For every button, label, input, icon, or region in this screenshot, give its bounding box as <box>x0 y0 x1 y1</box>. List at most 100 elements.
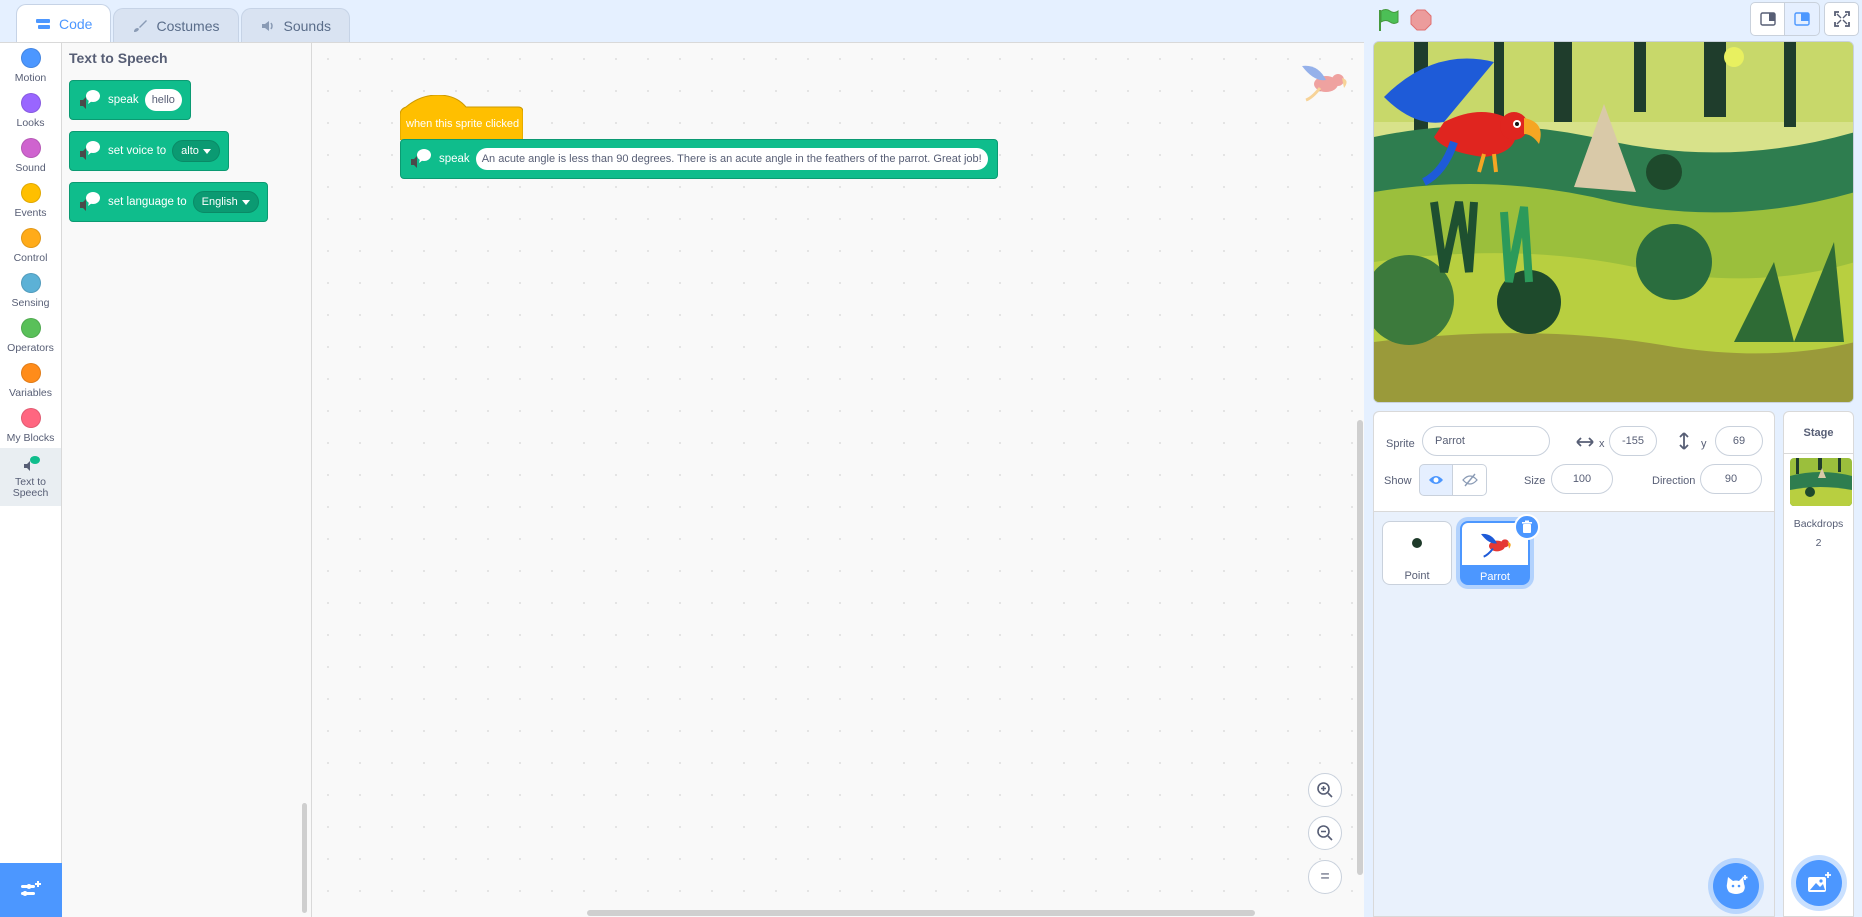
small-stage-icon <box>1759 12 1776 26</box>
show-sprite-button[interactable] <box>1419 464 1453 496</box>
zoom-in-icon <box>1317 782 1333 798</box>
zoom-reset-button[interactable]: = <box>1308 860 1342 894</box>
sensing-dot-icon <box>20 272 41 293</box>
voice-dropdown[interactable]: alto <box>172 140 220 162</box>
direction-field[interactable]: 90 <box>1700 464 1762 494</box>
sprite-name-field[interactable]: Parrot <box>1422 426 1550 456</box>
block-label: set language to <box>108 196 187 208</box>
caret-down-icon <box>241 199 250 205</box>
size-field[interactable]: 100 <box>1551 464 1613 494</box>
palette-title: Text to Speech <box>69 50 168 66</box>
voice-dropdown-value: alto <box>181 145 199 157</box>
show-label: Show <box>1384 475 1412 487</box>
point-dot-icon <box>1412 538 1422 548</box>
code-icon <box>36 18 50 29</box>
trash-icon <box>1522 520 1532 533</box>
palette-scrollbar[interactable] <box>302 803 307 913</box>
sprite-thumbnail <box>1383 522 1451 564</box>
my-blocks-dot-icon <box>20 407 41 428</box>
x-field[interactable]: -155 <box>1609 426 1657 456</box>
stop-button[interactable] <box>1410 9 1432 31</box>
choose-sprite-button[interactable] <box>1713 863 1759 909</box>
block-label: speak <box>108 94 139 106</box>
tab-costumes[interactable]: Costumes <box>113 8 239 42</box>
language-dropdown[interactable]: English <box>192 191 259 213</box>
zoom-out-icon <box>1317 825 1333 841</box>
vertical-arrows-icon <box>1679 432 1689 450</box>
stage-pane[interactable]: Stage Backdrops 2 <box>1783 411 1854 917</box>
y-label: y <box>1701 438 1707 450</box>
zoom-in-button[interactable] <box>1308 773 1342 807</box>
block-label: speak <box>439 153 470 165</box>
normal-stage-icon <box>1794 12 1810 26</box>
size-label: Size <box>1524 475 1546 487</box>
category-label: Operators <box>7 341 54 354</box>
category-operators[interactable]: Operators <box>0 313 61 358</box>
category-sensing[interactable]: Sensing <box>0 268 61 313</box>
language-dropdown-value: English <box>201 196 238 208</box>
script-speak-block[interactable]: speak An acute angle is less than 90 deg… <box>400 139 998 179</box>
category-events[interactable]: Events <box>0 178 61 223</box>
tab-sounds-label: Sounds <box>283 17 331 34</box>
parrot-sprite-ghost-icon <box>1302 65 1347 102</box>
y-field[interactable]: 69 <box>1715 426 1763 456</box>
control-dot-icon <box>20 227 41 248</box>
speech-bubble-icon <box>80 192 100 211</box>
add-extension-icon <box>21 881 41 896</box>
sound-dot-icon <box>20 137 41 158</box>
category-label: Events <box>14 206 47 219</box>
motion-dot-icon <box>20 47 41 68</box>
text-to-speech-icon <box>23 456 40 471</box>
events-dot-icon <box>20 182 41 203</box>
script-horizontal-scrollbar[interactable] <box>587 910 1255 916</box>
speak-text-input[interactable]: An acute angle is less than 90 degrees. … <box>475 148 988 170</box>
horizontal-arrows-icon <box>1576 437 1594 447</box>
category-sound[interactable]: Sound <box>0 133 61 178</box>
editor-tabs: Code Costumes Sounds <box>0 0 1370 42</box>
tab-costumes-label: Costumes <box>156 17 220 34</box>
parrot-icon <box>1481 533 1511 558</box>
category-variables[interactable]: Variables <box>0 358 61 403</box>
operators-dot-icon <box>20 317 41 338</box>
category-label: My Blocks <box>6 431 55 444</box>
sprite-name: Point <box>1404 570 1430 582</box>
category-label: Sound <box>15 161 46 174</box>
category-control[interactable]: Control <box>0 223 61 268</box>
fullscreen-button[interactable] <box>1824 2 1859 36</box>
speech-bubble-icon <box>411 149 431 168</box>
sprite-tile-point[interactable]: Point <box>1382 521 1452 585</box>
visibility-toggle <box>1419 464 1487 496</box>
script-vertical-scrollbar[interactable] <box>1357 420 1363 875</box>
add-sprite-cat-icon <box>1726 875 1748 894</box>
palette-set-voice-block[interactable]: set voice to alto <box>69 131 229 171</box>
choose-backdrop-button[interactable] <box>1796 860 1842 906</box>
sprite-pane: Sprite Parrot x -155 y 69 Show Size 100 … <box>1373 411 1775 917</box>
add-extension-button[interactable] <box>0 863 62 917</box>
sprite-name: Parrot <box>1480 571 1510 583</box>
category-label: Motion <box>14 71 47 84</box>
palette-speak-block[interactable]: speak hello <box>69 80 191 120</box>
stage-canvas[interactable] <box>1373 41 1854 403</box>
tab-sounds[interactable]: Sounds <box>240 8 350 42</box>
normal-stage-button[interactable] <box>1785 2 1820 36</box>
category-text-to-speech[interactable]: Text to Speech <box>0 448 61 506</box>
hide-sprite-button[interactable] <box>1453 464 1487 496</box>
tab-code[interactable]: Code <box>16 4 112 42</box>
small-stage-button[interactable] <box>1750 2 1785 36</box>
backdrops-count: 2 <box>1815 537 1822 549</box>
sprite-info-panel: Sprite Parrot x -155 y 69 Show Size 100 … <box>1374 412 1774 512</box>
delete-sprite-button[interactable] <box>1514 514 1540 540</box>
category-my-blocks[interactable]: My Blocks <box>0 403 61 448</box>
palette-set-language-block[interactable]: set language to English <box>69 182 268 222</box>
x-label: x <box>1599 438 1605 450</box>
speak-input[interactable]: hello <box>144 89 182 111</box>
category-looks[interactable]: Looks <box>0 88 61 133</box>
hat-block-label: when this sprite clicked <box>406 118 520 130</box>
speech-bubble-icon <box>80 141 100 160</box>
zoom-out-button[interactable] <box>1308 816 1342 850</box>
backdrops-label: Backdrops <box>1793 518 1844 530</box>
category-motion[interactable]: Motion <box>0 43 61 88</box>
eye-icon <box>1429 476 1443 484</box>
green-flag-button[interactable] <box>1376 8 1400 32</box>
zoom-reset-label: = <box>1320 868 1330 885</box>
